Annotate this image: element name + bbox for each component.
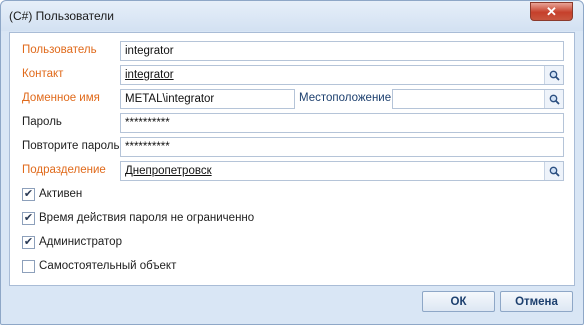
user-label: Пользователь (22, 44, 97, 56)
department-lookup-button[interactable] (544, 162, 563, 180)
password-no-expiry-checkbox-label: Время действия пароля не ограниченно (39, 212, 255, 224)
cancel-button[interactable]: Отмена (500, 291, 573, 312)
active-checkbox-label: Активен (39, 188, 83, 200)
close-button[interactable]: ✕ (530, 2, 573, 21)
form-panel: Пользователь integrator Контакт integrat… (9, 32, 575, 286)
search-icon (549, 94, 560, 105)
password-repeat-label: Повторите пароль (22, 140, 120, 152)
dialog-window: (C#) Пользователи ✕ Пользователь integra… (0, 0, 584, 325)
department-label: Подразделение (22, 164, 106, 176)
contact-input-value: integrator (125, 69, 174, 81)
location-lookup-button[interactable] (544, 90, 563, 108)
password-label: Пароль (22, 116, 62, 128)
cancel-button-label: Отмена (515, 295, 558, 308)
ok-button[interactable]: ОК (422, 291, 495, 312)
contact-lookup-button[interactable] (544, 66, 563, 84)
password-repeat-input-value: ********** (125, 141, 170, 153)
active-checkbox-row[interactable]: ✔ Активен (22, 186, 82, 202)
independent-object-checkbox[interactable] (22, 259, 35, 273)
administrator-checkbox[interactable]: ✔ (22, 235, 35, 249)
title-bar[interactable]: (C#) Пользователи ✕ (1, 1, 583, 31)
administrator-checkbox-row[interactable]: ✔ Администратор (22, 234, 122, 250)
password-no-expiry-checkbox-row[interactable]: ✔ Время действия пароля не ограниченно (22, 210, 254, 226)
ok-button-label: ОК (450, 295, 467, 308)
domain-label: Доменное имя (22, 92, 100, 104)
administrator-checkbox-label: Администратор (39, 236, 122, 248)
location-input[interactable] (392, 89, 564, 109)
contact-input[interactable]: integrator (120, 65, 564, 85)
independent-object-checkbox-row[interactable]: Самостоятельный объект (22, 258, 176, 274)
contact-label: Контакт (22, 68, 64, 80)
department-input[interactable]: Днепропетровск (120, 161, 564, 181)
password-input-value: ********** (125, 117, 170, 129)
close-icon: ✕ (546, 3, 557, 19)
search-icon (549, 166, 560, 177)
department-input-value: Днепропетровск (125, 165, 212, 177)
active-checkbox[interactable]: ✔ (22, 187, 35, 201)
password-input[interactable]: ********** (120, 113, 564, 133)
independent-object-checkbox-label: Самостоятельный объект (39, 260, 177, 272)
domain-input[interactable]: METAL\integrator (120, 89, 295, 109)
domain-input-value: METAL\integrator (125, 93, 215, 105)
user-input-value: integrator (125, 45, 174, 57)
search-icon (549, 70, 560, 81)
user-input[interactable]: integrator (120, 41, 564, 61)
window-title: (C#) Пользователи (9, 9, 114, 23)
location-label: Местоположение (299, 92, 392, 104)
password-no-expiry-checkbox[interactable]: ✔ (22, 211, 35, 225)
password-repeat-input[interactable]: ********** (120, 137, 564, 157)
